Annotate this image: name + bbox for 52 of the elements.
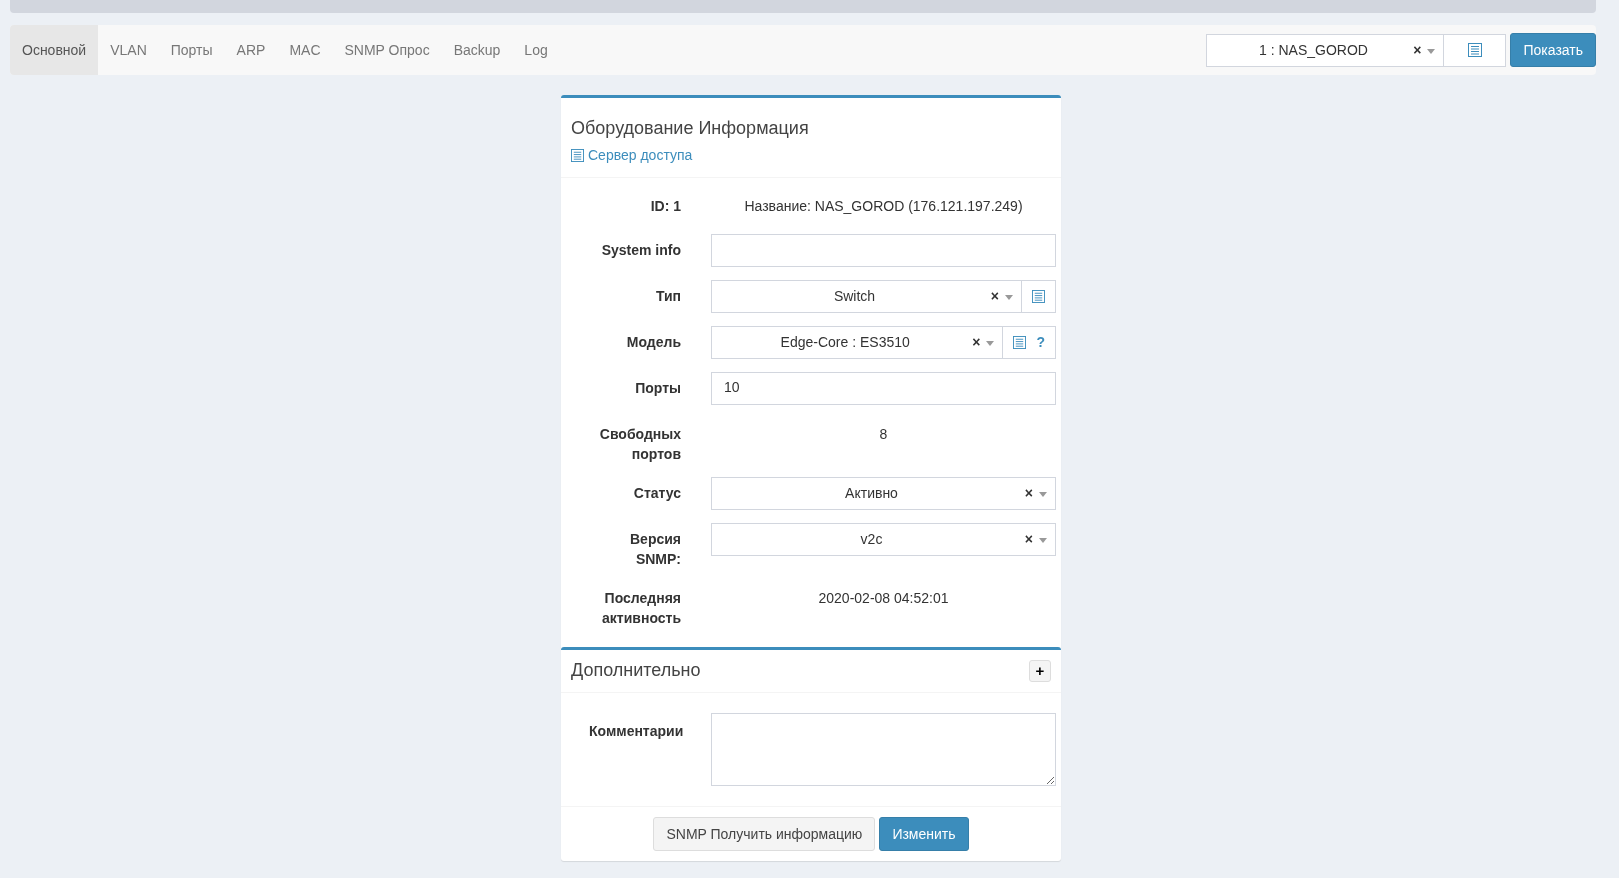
select-field[interactable]: Активно × <box>711 476 1056 510</box>
input-field[interactable] <box>711 233 1056 267</box>
caret-icon <box>1427 48 1436 54</box>
tab[interactable]: ARP <box>224 25 278 75</box>
list-button[interactable] <box>1444 33 1507 67</box>
clear-icon[interactable]: × <box>1024 485 1033 501</box>
expand-button[interactable]: + <box>1029 659 1051 682</box>
caret-icon <box>986 340 995 346</box>
field-label: Тип <box>655 286 681 306</box>
edit-button[interactable]: Изменить <box>879 816 969 851</box>
select-field[interactable]: Switch × <box>711 279 1022 313</box>
clear-icon[interactable]: × <box>1024 531 1033 547</box>
device-select[interactable]: 1 : NAS_GOROD × <box>1206 33 1445 67</box>
field-label: ID: 1 <box>650 196 681 216</box>
panel-title: Оборудование Информация <box>571 118 810 139</box>
field-value: 8 <box>878 424 889 444</box>
comment-field[interactable] <box>711 712 1056 786</box>
tab[interactable]: Backup <box>441 25 513 75</box>
show-button[interactable]: Показать <box>1510 33 1596 67</box>
clear-icon[interactable]: × <box>972 334 981 350</box>
caret-icon <box>1039 491 1047 497</box>
list-icon[interactable] <box>1013 335 1027 349</box>
tab[interactable]: Основной <box>10 25 99 75</box>
field-label: Комментарии <box>589 721 684 741</box>
help-link[interactable]: ? <box>1036 334 1045 350</box>
field-label: Последняя активность <box>601 588 681 628</box>
section-title: Дополнительно <box>571 660 701 681</box>
input-field[interactable]: 10 <box>711 371 1056 405</box>
field-label: Версия SNMP: <box>629 529 681 569</box>
field-label: Порты <box>635 378 681 398</box>
tab[interactable]: VLAN <box>98 25 159 75</box>
field-label: Свободных портов <box>598 424 681 464</box>
select-field[interactable]: v2c × <box>711 522 1056 556</box>
clear-icon[interactable]: × <box>1413 42 1422 58</box>
field-value: Название: NAS_GOROD (176.121.197.249) <box>743 196 1024 216</box>
field-label: Статус <box>633 483 681 503</box>
access-server-link[interactable]: Сервер доступа <box>571 147 693 163</box>
tab[interactable]: Порты <box>158 25 225 75</box>
select-field[interactable]: Edge-Core : ES3510 × <box>711 325 1004 359</box>
clear-icon[interactable]: × <box>990 288 999 304</box>
field-value: 2020-02-08 04:52:01 <box>817 588 950 608</box>
list-icon[interactable] <box>1032 289 1045 303</box>
tab[interactable]: SNMP Опрос <box>332 25 442 75</box>
caret-icon <box>1039 537 1047 543</box>
caret-icon <box>1005 294 1013 300</box>
snmp-button[interactable]: SNMP Получить информацию <box>653 816 876 851</box>
list-icon <box>1468 43 1482 57</box>
tab[interactable]: Log <box>512 25 560 75</box>
field-label: System info <box>601 240 681 260</box>
list-icon <box>571 148 584 162</box>
tab[interactable]: MAC <box>277 25 333 75</box>
field-label: Модель <box>626 332 681 352</box>
